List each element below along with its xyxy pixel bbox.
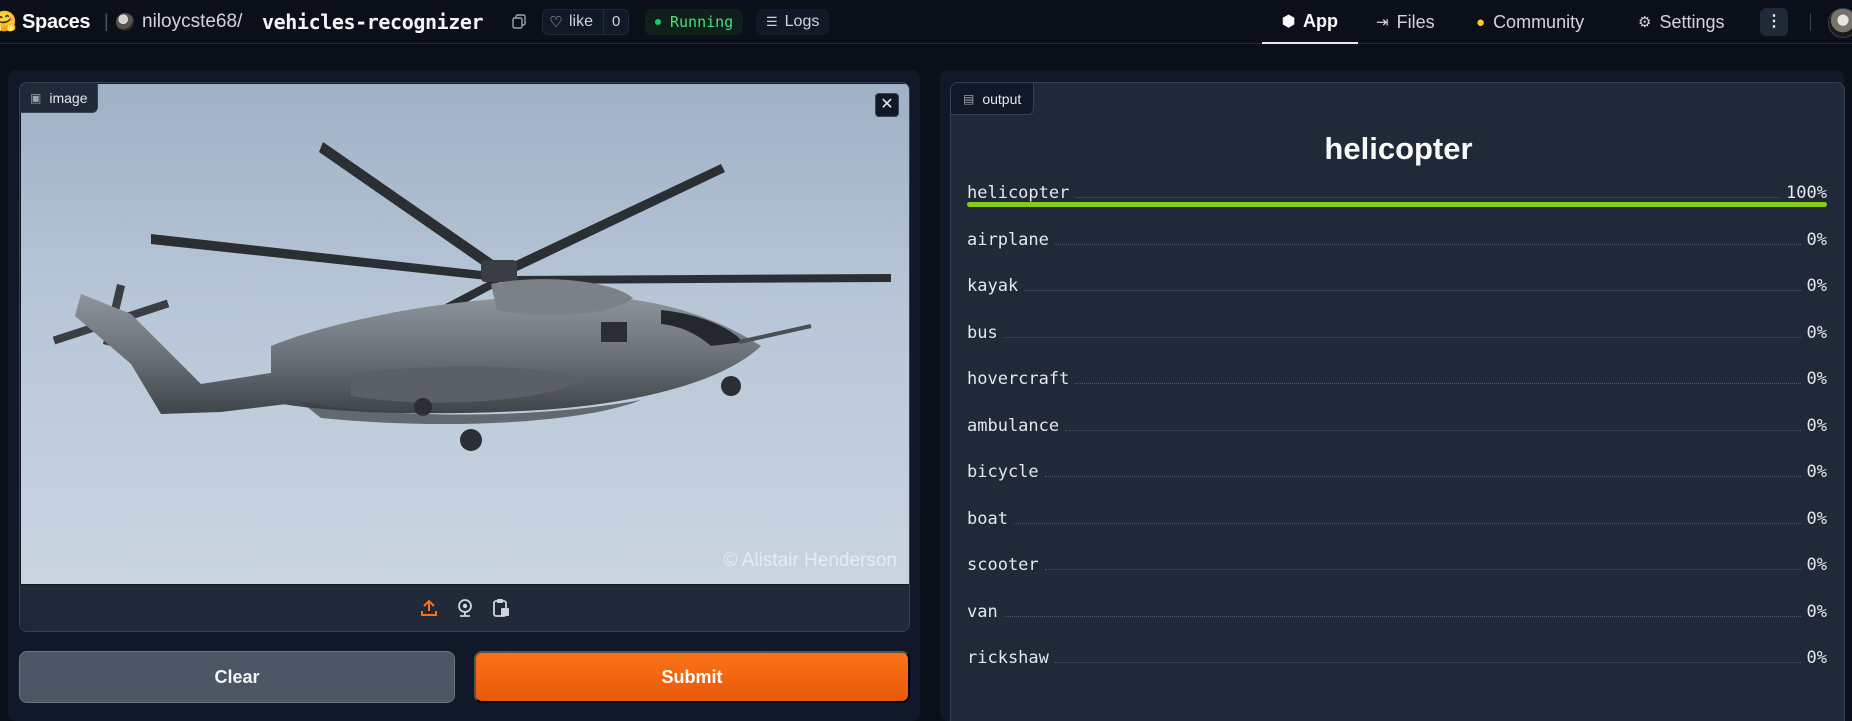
prediction-label: scooter <box>967 555 1039 575</box>
logs-icon: ☰ <box>766 14 778 29</box>
repo-owner-link[interactable]: niloycste68/ <box>142 11 242 33</box>
cube-icon: ⬢ <box>1281 13 1296 30</box>
prediction-confidence: 0% <box>1806 555 1827 575</box>
logs-button[interactable]: ☰ Logs <box>756 9 830 35</box>
prediction-confidence: 0% <box>1806 369 1827 389</box>
dotted-leader <box>1065 429 1801 431</box>
gear-icon: ⚙ <box>1638 14 1652 31</box>
image-input[interactable]: © Alistair Henderson ▣ image ✕ <box>19 82 910 632</box>
divider <box>1810 13 1811 31</box>
user-avatar[interactable] <box>1828 8 1852 38</box>
image-label: ▣ image <box>20 83 99 113</box>
prediction-confidence: 0% <box>1806 648 1827 668</box>
clear-button[interactable]: Clear <box>19 651 455 703</box>
prediction-row[interactable]: hovercraft 0% <box>967 365 1827 389</box>
prediction-label: ambulance <box>967 415 1060 436</box>
tab-community[interactable]: ● Community <box>1476 0 1584 44</box>
tab-settings[interactable]: ⚙ Settings <box>1638 0 1725 44</box>
dotted-leader <box>1054 243 1801 245</box>
top-prediction: helicopter <box>1324 131 1473 166</box>
tab-app[interactable]: ⬢ App <box>1262 0 1358 44</box>
prediction-row[interactable]: bus 0% <box>967 319 1827 343</box>
dotted-leader <box>1044 569 1801 570</box>
prediction-confidence: 0% <box>1806 508 1827 529</box>
prediction-confidence: 0% <box>1806 322 1827 343</box>
tab-settings-label: Settings <box>1659 11 1725 32</box>
prediction-confidence: 100% <box>1786 183 1827 203</box>
prediction-row[interactable]: boat 0% <box>967 505 1827 529</box>
community-icon: ● <box>1476 13 1486 31</box>
dotted-leader <box>1075 383 1801 384</box>
like-button[interactable]: ♡ like 0 <box>542 9 630 35</box>
separator: | <box>104 11 109 31</box>
prediction-label: rickshaw <box>967 648 1049 668</box>
uploaded-image: © Alistair Henderson <box>21 84 909 584</box>
submit-button[interactable]: Submit <box>474 651 910 703</box>
upload-icon[interactable] <box>418 597 440 619</box>
close-icon[interactable]: ✕ <box>875 93 899 117</box>
dotted-leader <box>1003 615 1801 617</box>
dotted-leader <box>1054 662 1801 663</box>
prediction-row[interactable]: scooter 0% <box>967 551 1827 575</box>
tab-files[interactable]: ⇥ Files <box>1376 0 1435 44</box>
hugging-face-logo-icon[interactable]: 🤗 <box>0 10 17 34</box>
status-badge[interactable]: Running <box>645 9 744 35</box>
prediction-row[interactable]: ambulance 0% <box>967 412 1827 436</box>
prediction-label: van <box>967 601 998 622</box>
spaces-link[interactable]: Spaces <box>22 11 91 34</box>
webcam-icon[interactable] <box>454 597 476 619</box>
dotted-leader <box>1003 336 1801 338</box>
prediction-confidence: 0% <box>1806 601 1827 622</box>
image-source-toolbar <box>20 585 909 631</box>
prediction-label: hovercraft <box>967 369 1070 389</box>
prediction-row[interactable]: rickshaw 0% <box>967 644 1827 668</box>
clipboard-icon[interactable] <box>490 597 512 619</box>
logs-label: Logs <box>784 13 820 30</box>
image-icon: ▣ <box>30 90 42 105</box>
files-icon: ⇥ <box>1376 14 1389 31</box>
owner-avatar[interactable] <box>116 13 134 31</box>
tab-files-label: Files <box>1396 11 1435 32</box>
prediction-confidence: 0% <box>1806 229 1827 250</box>
more-options-icon[interactable]: ⋮ <box>1760 8 1788 36</box>
dotted-leader <box>1013 522 1801 524</box>
status-text: Running <box>670 13 734 31</box>
prediction-confidence: 0% <box>1806 276 1827 296</box>
prediction-label: airplane <box>967 229 1049 250</box>
output-label: ▤ output <box>951 83 1035 115</box>
tab-community-label: Community <box>1493 11 1585 32</box>
dotted-leader <box>1024 290 1801 291</box>
prediction-row[interactable]: van 0% <box>967 598 1827 622</box>
tab-app-label: App <box>1303 10 1339 31</box>
prediction-label: kayak <box>967 276 1019 296</box>
status-dot-icon <box>655 19 661 25</box>
prediction-confidence: 0% <box>1806 462 1827 482</box>
prediction-label: bicycle <box>967 462 1039 482</box>
copy-icon[interactable] <box>512 14 526 29</box>
prediction-label: boat <box>967 508 1008 529</box>
repo-name-link[interactable]: vehicles-recognizer <box>262 10 484 34</box>
label-output: ▤ output helicopter helicopter 100% airpla… <box>950 82 1845 721</box>
prediction-confidence: 0% <box>1806 415 1827 436</box>
dotted-leader <box>1044 476 1801 477</box>
image-watermark: © Alistair Henderson <box>723 550 897 571</box>
chart-icon: ▤ <box>963 91 975 106</box>
heart-icon: ♡ <box>549 14 563 31</box>
like-count: 0 <box>603 10 628 34</box>
prediction-label: bus <box>967 322 998 343</box>
image-label-text: image <box>49 89 88 106</box>
output-label-text: output <box>982 90 1022 107</box>
prediction-label: helicopter <box>967 183 1070 203</box>
prediction-row[interactable]: kayak 0% <box>967 272 1827 296</box>
like-label: like <box>569 13 594 30</box>
prediction-row[interactable]: airplane 0% <box>967 226 1827 250</box>
prediction-row[interactable]: bicycle 0% <box>967 458 1827 482</box>
top-bar: 🤗 Spaces | niloycste68/ vehicles-recogni… <box>0 0 1852 44</box>
prediction-row[interactable]: helicopter 100% <box>967 179 1827 203</box>
dotted-leader <box>1075 197 1781 198</box>
